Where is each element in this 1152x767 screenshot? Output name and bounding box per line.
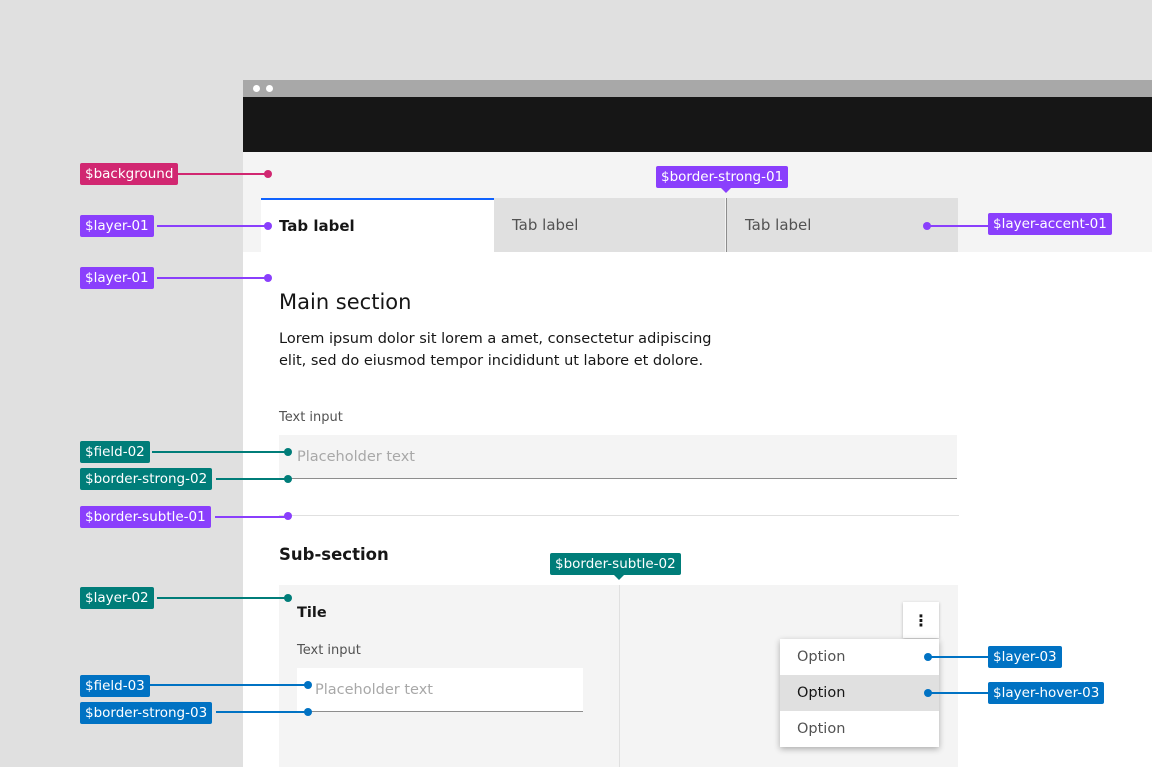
annotation-pointer (614, 575, 624, 580)
annotation-layer-accent-01: $layer-accent-01 (988, 213, 1112, 235)
annotation-layer-01-main: $layer-01 (80, 267, 154, 289)
menu-option[interactable]: Option (780, 711, 939, 747)
annotation-line (928, 692, 989, 694)
overflow-menu: Option Option Option (780, 639, 939, 747)
annotation-border-subtle-01: $border-subtle-01 (80, 506, 211, 528)
tab-1[interactable]: Tab label (261, 198, 494, 252)
annotation-dot (264, 274, 272, 282)
tab-label: Tab label (279, 217, 355, 235)
section-divider (279, 515, 959, 516)
placeholder: Placeholder text (297, 448, 415, 465)
annotation-dot (284, 512, 292, 520)
window-dot-icon (253, 85, 260, 92)
annotation-line (157, 225, 268, 227)
annotation-line (150, 684, 308, 686)
annotation-pointer (721, 188, 731, 193)
annotation-line (216, 478, 288, 480)
annotation-border-subtle-02: $border-subtle-02 (550, 553, 681, 575)
annotation-field-03: $field-03 (80, 675, 150, 697)
overflow-menu-icon: ⋮ (913, 610, 929, 630)
annotation-dot (284, 594, 292, 602)
app-header (243, 97, 1152, 152)
main-section-title: Main section (279, 290, 412, 314)
annotation-dot (284, 448, 292, 456)
annotation-field-02: $field-02 (80, 441, 150, 463)
annotation-layer-02: $layer-02 (80, 587, 154, 609)
annotation-line (216, 711, 308, 713)
annotation-dot (304, 708, 312, 716)
annotation-dot (264, 222, 272, 230)
menu-option[interactable]: Option (780, 639, 939, 675)
annotation-dot (304, 681, 312, 689)
annotation-layer-03: $layer-03 (988, 646, 1062, 668)
annotation-line (178, 173, 268, 175)
annotation-dot (284, 475, 292, 483)
tile-text-input-label: Text input (297, 643, 361, 658)
tab-label: Tab label (745, 216, 812, 234)
tile-text-input[interactable]: Placeholder text (297, 668, 583, 712)
placeholder: Placeholder text (315, 681, 433, 698)
tile-title: Tile (297, 605, 327, 621)
sub-section-title: Sub-section (279, 545, 389, 564)
annotation-border-strong-02: $border-strong-02 (80, 468, 213, 490)
window-dot-icon (266, 85, 273, 92)
tab-2[interactable]: Tab label (494, 198, 725, 252)
main-section-body: Lorem ipsum dolor sit lorem a amet, cons… (279, 331, 712, 369)
annotation-dot (264, 170, 272, 178)
annotation-line (928, 656, 989, 658)
annotation-line (927, 225, 989, 227)
annotation-background: $background (80, 163, 179, 185)
text-input[interactable]: Placeholder text (279, 435, 957, 479)
annotation-line (157, 597, 288, 599)
annotation-line (215, 516, 288, 518)
overflow-menu-button[interactable]: ⋮ (903, 602, 939, 638)
annotation-layer-01-tab: $layer-01 (80, 215, 154, 237)
menu-option-hovered[interactable]: Option (780, 675, 939, 711)
annotation-line (157, 277, 268, 279)
tab-label: Tab label (512, 216, 579, 234)
browser-title-bar (243, 80, 1152, 97)
annotation-border-strong-01: $border-strong-01 (656, 166, 789, 188)
annotation-border-strong-03: $border-strong-03 (80, 702, 213, 724)
tile-divider (619, 585, 620, 767)
annotation-layer-hover-03: $layer-hover-03 (988, 682, 1105, 704)
text-input-label: Text input (279, 410, 343, 425)
annotation-line (152, 451, 288, 453)
